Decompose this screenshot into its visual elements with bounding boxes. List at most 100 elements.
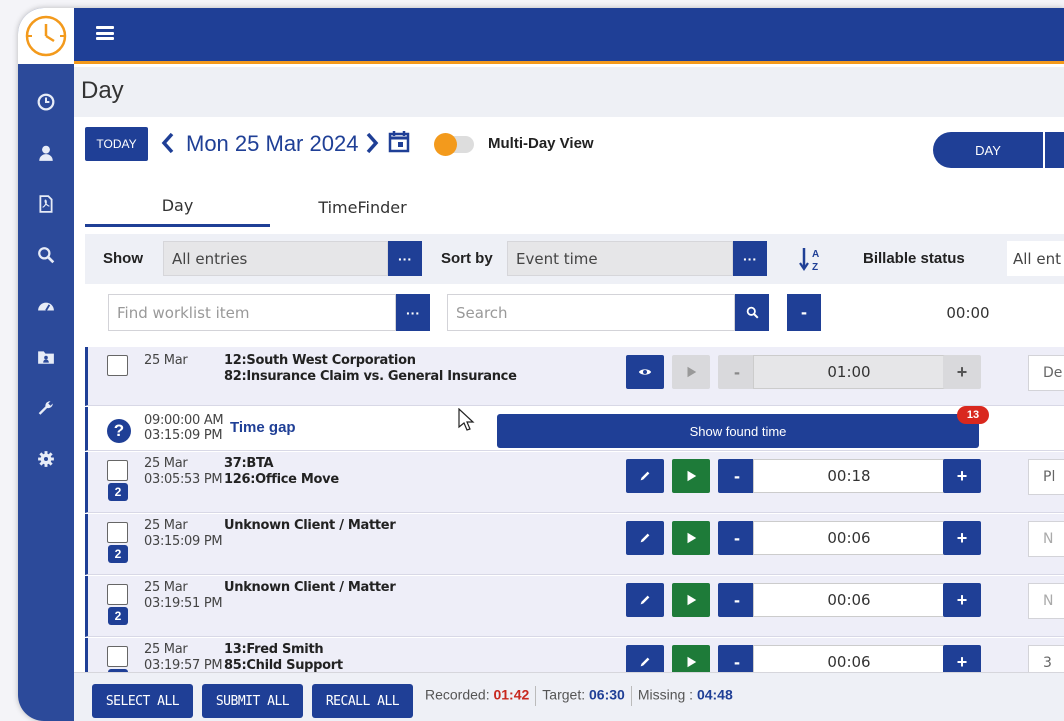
worklist-input[interactable]: Find worklist item [108,294,396,331]
billable-label: Billable status [863,250,965,267]
show-found-time-button[interactable]: Show found time [497,414,979,448]
decrement-button[interactable]: - [718,645,756,672]
increment-button[interactable]: + [943,355,981,389]
duration-field[interactable]: 01:00 [753,355,945,389]
count-badge: 2 [108,483,128,501]
entry-client: 13:Fred Smith [224,642,324,657]
sort-options-button[interactable]: ··· [733,241,767,276]
entry-time: 03:19:51 PM [144,596,223,611]
entry-client: Unknown Client / Matter [224,580,396,595]
tab-bar: Day TimeFinder [85,187,1064,227]
clock-icon[interactable] [18,76,74,127]
entry-row[interactable]: 2 25 Mar 03:19:57 PM 13:Fred Smith 85:Ch… [85,638,1064,672]
menu-hamburger-icon[interactable] [96,26,114,40]
entry-time: 03:05:53 PM [144,472,223,487]
wrench-icon[interactable] [18,382,74,433]
edit-pencil-icon[interactable] [626,521,664,555]
multi-day-toggle[interactable] [434,133,474,156]
sidebar [18,8,74,721]
decrement-button[interactable]: - [718,459,756,493]
duration-field[interactable]: 00:06 [753,583,945,617]
entry-date: 25 Mar [144,580,188,595]
edit-pencil-icon[interactable] [626,459,664,493]
entry-client: 37:BTA [224,456,274,471]
clock-logo-icon[interactable] [18,8,74,64]
sort-select[interactable]: Event time [507,241,733,276]
user-icon[interactable] [18,127,74,178]
increment-button[interactable]: + [943,459,981,493]
increment-button[interactable]: + [943,521,981,555]
submit-all-button[interactable]: SUBMIT ALL [202,684,303,718]
duration-field[interactable]: 00:06 [753,645,945,672]
folder-user-icon[interactable] [18,331,74,382]
recall-all-button[interactable]: RECALL ALL [312,684,413,718]
worklist-options-button[interactable]: ··· [396,294,430,331]
entry-row[interactable]: 2 25 Mar 03:15:09 PM Unknown Client / Ma… [85,514,1064,575]
decrement-button[interactable]: - [718,355,756,389]
status-tag[interactable]: N [1028,521,1064,557]
settings-gear-icon[interactable] [18,433,74,484]
help-question-icon[interactable]: ? [107,419,131,443]
pdf-icon[interactable] [18,178,74,229]
recorded-value: 01:42 [493,686,530,703]
count-badge: 2 [108,545,128,563]
found-time-badge: 13 [957,406,989,424]
search-icon[interactable] [18,229,74,280]
entry-date: 25 Mar [144,353,188,368]
entry-time: 03:15:09 PM [144,534,223,549]
decrement-button[interactable]: - [718,583,756,617]
chevron-left-icon[interactable] [160,131,176,155]
entry-row[interactable]: 25 Mar 12:South West Corporation 82:Insu… [85,347,1064,406]
status-tag[interactable]: 3 [1028,645,1064,672]
play-timer-button[interactable] [672,583,710,617]
entry-date: 25 Mar [144,642,188,657]
edit-pencil-icon[interactable] [626,645,664,672]
dashboard-icon[interactable] [18,280,74,331]
status-tag[interactable]: De [1028,355,1064,391]
show-select[interactable]: All entries [163,241,388,276]
search-button[interactable] [735,294,769,331]
view-button[interactable] [626,355,664,389]
calendar-icon[interactable] [388,130,410,154]
entry-date: 25 Mar [144,518,188,533]
sort-az-icon[interactable]: AZ [798,244,824,274]
play-button[interactable] [672,355,710,389]
chevron-right-icon[interactable] [364,131,380,155]
tab-day[interactable]: Day [85,187,270,227]
entry-checkbox[interactable] [107,460,128,481]
entry-row[interactable]: 2 25 Mar 03:05:53 PM 37:BTA 126:Office M… [85,452,1064,513]
select-all-button[interactable]: SELECT ALL [92,684,193,718]
week-view-button[interactable] [1045,132,1064,168]
entry-checkbox[interactable] [107,584,128,605]
entry-matter: 82:Insurance Claim vs. General Insurance [224,369,517,384]
decrement-button[interactable]: - [718,521,756,555]
target-value: 06:30 [589,686,625,703]
entry-row[interactable]: 2 25 Mar 03:19:51 PM Unknown Client / Ma… [85,576,1064,637]
search-input[interactable]: Search [447,294,735,331]
entry-checkbox[interactable] [107,355,128,376]
edit-pencil-icon[interactable] [626,583,664,617]
time-decrement-button[interactable]: - [787,294,821,331]
day-view-button[interactable]: DAY [933,132,1043,168]
today-button[interactable]: TODAY [85,127,148,161]
play-timer-button[interactable] [672,645,710,672]
entry-checkbox[interactable] [107,522,128,543]
status-tag[interactable]: N [1028,583,1064,619]
time-gap-label: Time gap [230,419,296,436]
status-tag[interactable]: Pl [1028,459,1064,495]
entry-checkbox[interactable] [107,646,128,667]
show-options-button[interactable]: ··· [388,241,422,276]
billable-select[interactable]: All ent [1007,241,1064,276]
increment-button[interactable]: + [943,583,981,617]
duration-field[interactable]: 00:18 [753,459,945,493]
multi-day-label: Multi-Day View [488,135,594,152]
tab-timefinder[interactable]: TimeFinder [270,187,455,227]
duration-field[interactable]: 00:06 [753,521,945,555]
play-timer-button[interactable] [672,521,710,555]
target-label: Target: [542,686,586,703]
mouse-pointer-icon [457,407,475,432]
play-timer-button[interactable] [672,459,710,493]
top-bar [74,8,1064,64]
increment-button[interactable]: + [943,645,981,672]
time-filter-value[interactable]: 00:00 [821,294,1064,331]
